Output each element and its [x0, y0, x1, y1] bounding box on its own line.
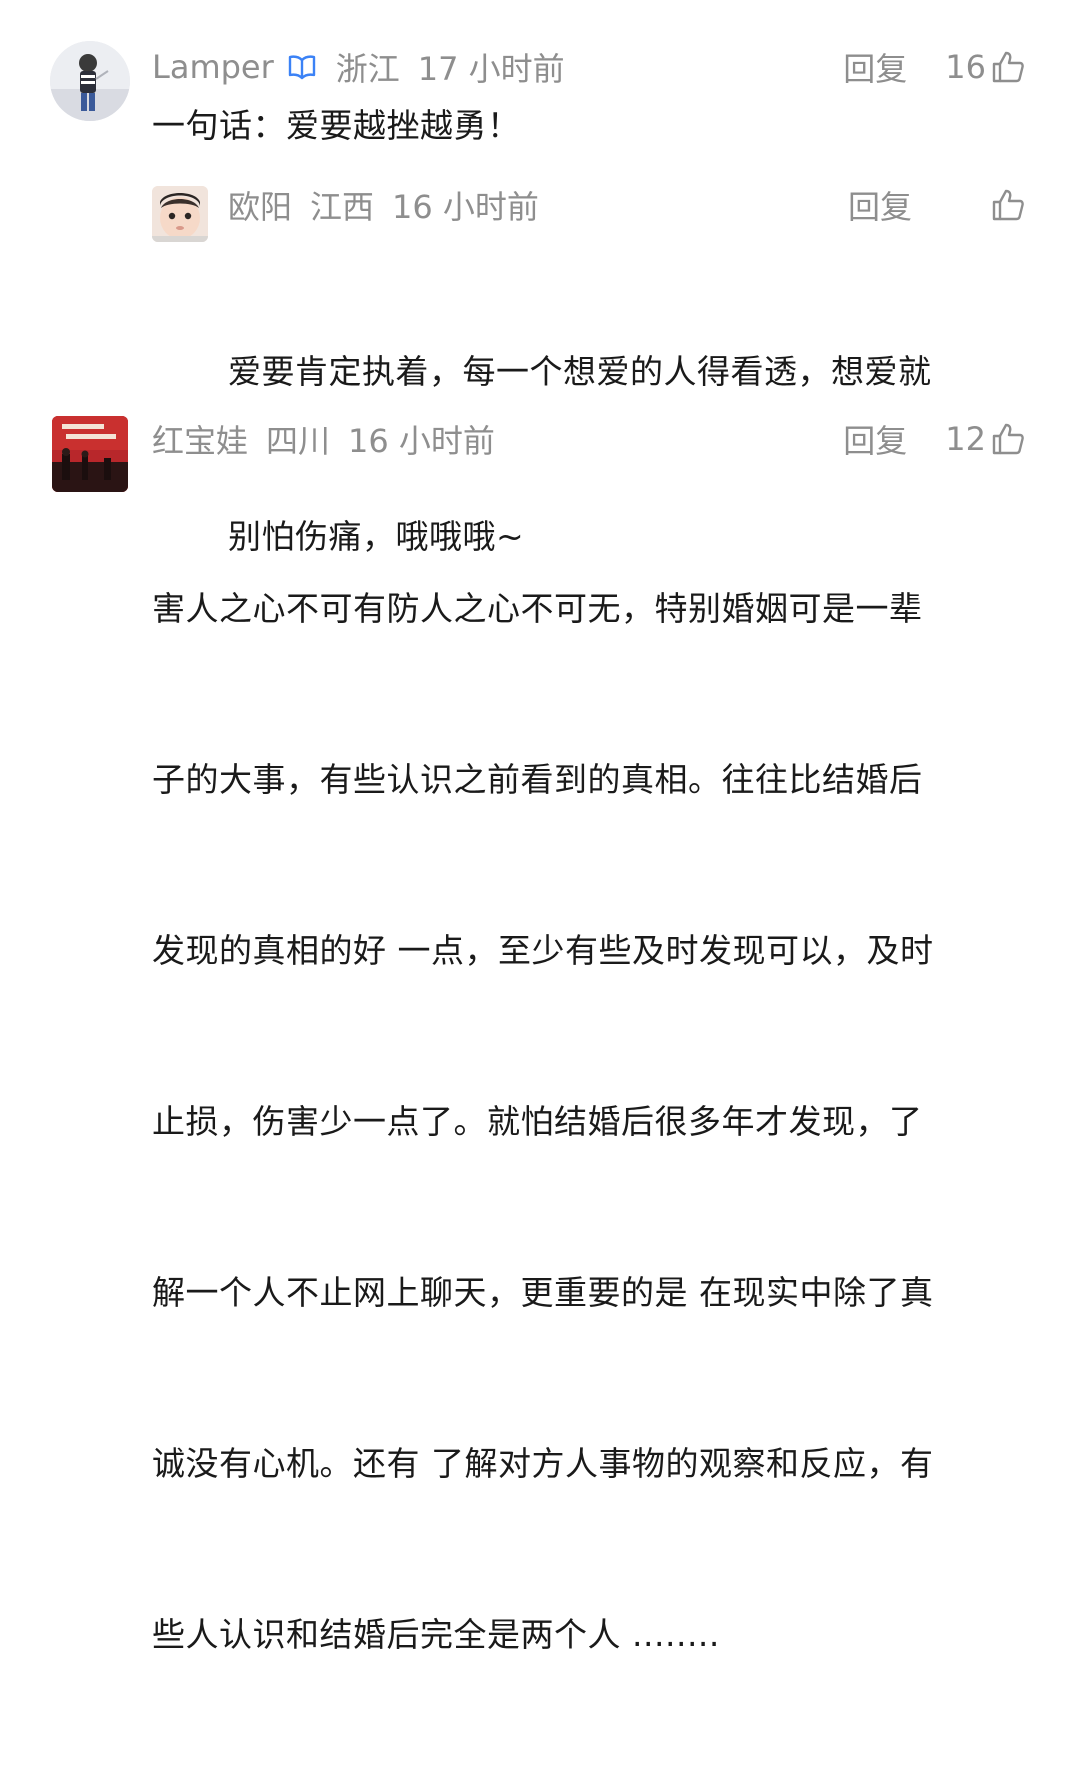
avatar-image [52, 416, 128, 492]
comment-text: 一句话：爱要越挫越勇！ [152, 106, 521, 145]
reply-button[interactable]: 回复 [843, 416, 907, 462]
comment-actions: 回复 [848, 183, 1026, 227]
comment-meta: 欧阳 江西 16 小时前 [228, 183, 539, 227]
username[interactable]: 红宝娃 [152, 416, 248, 462]
text-line: 发现的真相的好 一点，至少有些及时发现可以，及时 [152, 931, 934, 970]
thumbs-up-icon[interactable] [990, 421, 1026, 457]
username[interactable]: 欧阳 [228, 182, 292, 228]
text-line: 诚没有心机。还有 了解对方人事物的观察和反应，有 [152, 1444, 934, 1483]
comment-meta: 红宝娃 四川 16 小时前 [152, 417, 495, 461]
thumbs-up-icon[interactable] [990, 187, 1026, 223]
text-line: 止损，伤害少一点了。就怕结婚后很多年才发现，了 [152, 1102, 923, 1141]
text-line: 爱要肯定执着，每一个想爱的人得看透，想爱就 [228, 352, 932, 391]
region: 四川 [266, 422, 331, 460]
region: 浙江 [335, 50, 400, 88]
avatar[interactable] [152, 186, 208, 242]
timestamp: 16 小时前 [392, 188, 539, 226]
avatar-image [152, 186, 208, 242]
comment-actions: 回复 16 [843, 45, 1026, 89]
text-line: 些人认识和结婚后完全是两个人 ........ [152, 1615, 720, 1654]
text-line: 害人之心不可有防人之心不可无，特别婚姻可是一辈 [152, 589, 923, 628]
text-line: 解一个人不止网上聊天，更重要的是 在现实中除了真 [152, 1273, 934, 1312]
comment-meta: Lamper 浙江 17 小时前 [152, 45, 565, 89]
reply-button[interactable]: 回复 [843, 44, 907, 90]
verified-badge-icon [286, 51, 318, 83]
timestamp: 16 小时前 [348, 422, 495, 460]
reply-button[interactable]: 回复 [848, 182, 912, 228]
like-count: 12 [945, 420, 986, 458]
avatar[interactable] [50, 41, 130, 121]
comment-actions: 回复 12 [843, 417, 1026, 461]
avatar-image [50, 41, 130, 121]
thumbs-up-icon[interactable] [990, 49, 1026, 85]
timestamp: 17 小时前 [417, 50, 565, 88]
text-line: 子的大事，有些认识之前看到的真相。往往比结婚后 [152, 760, 923, 799]
region: 江西 [310, 188, 375, 226]
username[interactable]: Lamper [152, 48, 274, 86]
like-count: 16 [945, 48, 986, 86]
avatar[interactable] [52, 416, 128, 492]
comment-text: 害人之心不可有防人之心不可无，特别婚姻可是一辈 子的大事，有些认识之前看到的真相… [152, 466, 1052, 1768]
